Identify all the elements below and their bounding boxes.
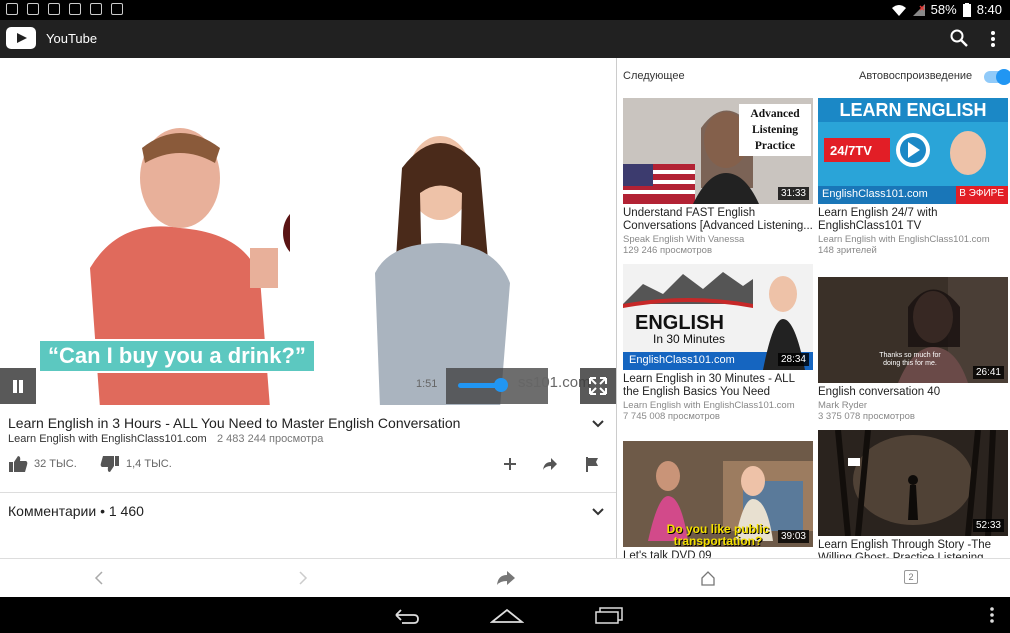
- play-store-icon: [111, 3, 123, 15]
- pause-button[interactable]: [0, 368, 36, 404]
- panel-divider: [616, 58, 617, 558]
- autoplay-toggle[interactable]: [984, 69, 1010, 85]
- thumbnail-subtext: EnglishClass101.com: [822, 188, 928, 200]
- search-icon[interactable]: [950, 29, 968, 47]
- video-thumbnail[interactable]: Advanced Listening Practice 31:33: [623, 98, 813, 204]
- video-player[interactable]: “Can I buy you a drink?” 1:51 ss101.com: [0, 58, 616, 405]
- notification-icon: [6, 3, 18, 15]
- seek-handle[interactable]: [494, 378, 508, 392]
- live-badge: В ЭФИРЕ: [959, 188, 1004, 199]
- youtube-logo-icon[interactable]: [6, 27, 36, 49]
- video-thumbnail[interactable]: Do you like public transportation? 39:03: [623, 441, 813, 547]
- video-thumbnail[interactable]: Thanks so much for doing this for me. 26…: [818, 277, 1008, 383]
- battery-icon: [962, 2, 971, 17]
- recents-nav-icon[interactable]: [594, 606, 624, 624]
- fullscreen-button[interactable]: [580, 368, 616, 404]
- thumbnail-badge: 24/7TV: [830, 143, 872, 158]
- autoplay-label: Автовоспроизведение: [859, 70, 973, 82]
- video-duration: 39:03: [777, 530, 809, 543]
- system-nav-bar: [0, 597, 1010, 633]
- add-to-playlist-icon[interactable]: [502, 456, 518, 472]
- video-thumbnail[interactable]: ENGLISH In 30 Minutes EnglishClass101.co…: [623, 264, 813, 370]
- share-icon[interactable]: [542, 456, 558, 472]
- thumbnail-subtext: EnglishClass101.com: [629, 354, 735, 366]
- video-title: Learn English in 3 Hours - ALL You Need …: [8, 415, 461, 431]
- thumbs-up-icon: [9, 456, 28, 472]
- video-card-title[interactable]: English conversation 40: [818, 386, 1008, 399]
- flag-icon[interactable]: [584, 456, 600, 472]
- dislike-button[interactable]: 1,4 ТЫС.: [100, 455, 172, 473]
- status-bar: 58% 8:40: [0, 0, 1010, 20]
- video-card-title[interactable]: Learn English in 30 Minutes - ALL the En…: [623, 373, 813, 399]
- search-notification-icon: [27, 3, 39, 15]
- video-thumbnail[interactable]: LEARN ENGLISH 24/7TV EnglishClass101.com…: [818, 98, 1008, 204]
- clock-notification-icon: [90, 3, 102, 15]
- video-card-views: 3 375 078 просмотров: [818, 411, 915, 422]
- video-card-channel: Learn English with EnglishClass101.com: [818, 234, 990, 245]
- browser-toolbar: 2: [0, 558, 1010, 597]
- image-notification-icon: [48, 3, 60, 15]
- tabs-counter[interactable]: 2: [904, 570, 918, 584]
- video-card-viewers: 148 зрителей: [818, 245, 877, 256]
- back-nav-icon[interactable]: [390, 606, 420, 624]
- video-card-title[interactable]: Learn English Through Story -The Willing…: [818, 539, 1008, 558]
- thumbnail-subtitle: Do you like public transportation?: [666, 522, 770, 547]
- home-icon[interactable]: [700, 570, 716, 586]
- status-right: 58% 8:40: [891, 2, 1002, 17]
- video-thumbnail[interactable]: 52:33: [818, 430, 1008, 536]
- app-notification-icon: [69, 3, 81, 15]
- dislike-count: 1,4 ТЫС.: [126, 458, 172, 470]
- video-card-channel: Learn English with EnglishClass101.com: [623, 400, 795, 411]
- menu-nav-icon[interactable]: [988, 606, 996, 624]
- related-video-card[interactable]: 52:33 Learn English Through Story -The W…: [818, 430, 1008, 558]
- thumbnail-text: Advanced Listening Practice: [750, 108, 800, 152]
- video-card-channel: Mark Ryder: [818, 400, 868, 411]
- view-count: 2 483 244 просмотра: [217, 433, 324, 445]
- comments-header[interactable]: Комментарии • 1 460: [8, 503, 144, 519]
- video-card-title[interactable]: Understand FAST English Conversations [A…: [623, 207, 813, 233]
- video-duration: 52:33: [972, 519, 1004, 532]
- share-page-icon[interactable]: [496, 570, 516, 586]
- channel-name[interactable]: Learn English with EnglishClass101.com: [8, 433, 207, 445]
- video-card-views: 7 745 008 просмотров: [623, 411, 720, 422]
- signal-icon: [912, 3, 925, 16]
- like-count: 32 ТЫС.: [34, 458, 77, 470]
- app-title: YouTube: [46, 31, 98, 46]
- thumbnail-subtext-2: In 30 Minutes: [653, 332, 726, 346]
- app-bar: YouTube: [0, 20, 1010, 58]
- related-video-card[interactable]: Advanced Listening Practice 31:33 Unders…: [623, 98, 813, 258]
- video-card-views: 129 246 просмотров: [623, 245, 713, 256]
- video-duration: 31:33: [777, 187, 809, 200]
- expand-description-icon[interactable]: [591, 419, 605, 429]
- video-caption: “Can I buy you a drink?”: [38, 339, 316, 373]
- video-card-title[interactable]: Let's talk DVD 09: [623, 550, 813, 558]
- notification-icons: [6, 3, 123, 15]
- wifi-icon: [891, 4, 906, 16]
- thumbs-down-icon: [100, 456, 119, 472]
- thumbnail-text: LEARN ENGLISH: [839, 100, 987, 120]
- related-video-card[interactable]: LEARN ENGLISH 24/7TV EnglishClass101.com…: [818, 98, 1008, 258]
- video-duration: 26:41: [972, 366, 1004, 379]
- related-video-card[interactable]: Thanks so much for doing this for me. 26…: [818, 277, 1008, 427]
- like-button[interactable]: 32 ТЫС.: [8, 455, 77, 473]
- divider: [0, 492, 616, 493]
- video-duration: 28:34: [777, 353, 809, 366]
- current-time: 1:51: [416, 378, 438, 390]
- home-nav-icon[interactable]: [490, 606, 524, 624]
- fullscreen-icon: [589, 377, 607, 395]
- related-video-card[interactable]: ENGLISH In 30 Minutes EnglishClass101.co…: [623, 264, 813, 424]
- clock: 8:40: [976, 2, 1002, 17]
- forward-icon[interactable]: [294, 570, 310, 586]
- related-video-card[interactable]: Do you like public transportation? 39:03…: [623, 441, 813, 558]
- video-frame-woman: [375, 136, 510, 405]
- expand-comments-icon[interactable]: [591, 507, 605, 517]
- video-card-channel: Speak English With Vanessa: [623, 234, 745, 245]
- more-options-icon[interactable]: [988, 29, 998, 49]
- battery-percent: 58%: [930, 2, 957, 17]
- up-next-label: Следующее: [623, 70, 685, 82]
- thumbnail-subtitle: Thanks so much for doing this for me.: [879, 352, 941, 367]
- back-icon[interactable]: [92, 570, 108, 586]
- video-card-title[interactable]: Learn English 24/7 with EnglishClass101 …: [818, 207, 1008, 233]
